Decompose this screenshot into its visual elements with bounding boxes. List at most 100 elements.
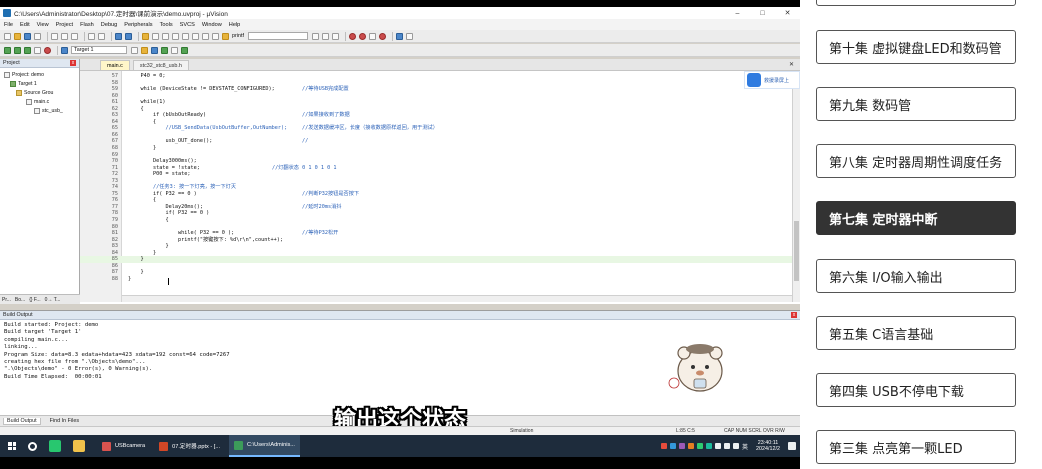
save-icon[interactable] — [24, 32, 31, 40]
incremental-find-icon[interactable] — [331, 32, 339, 40]
tray-app-icon[interactable] — [688, 443, 694, 449]
menu-item-help[interactable]: Help — [229, 22, 241, 28]
episode-item-9[interactable]: 第九集 数码管 — [816, 87, 1016, 121]
function-combo-box[interactable] — [247, 32, 308, 40]
bookmark-next-icon[interactable] — [162, 32, 169, 40]
redo-icon[interactable] — [98, 32, 105, 40]
ime-indicator[interactable]: 英 — [742, 442, 748, 451]
nav-forward-icon[interactable] — [125, 32, 132, 40]
breakpoint-icon[interactable] — [358, 32, 366, 40]
microphone-icon[interactable] — [733, 443, 739, 449]
menu-item-project[interactable]: Project — [56, 22, 73, 28]
window-layout-icon[interactable] — [395, 32, 403, 40]
windows-start-icon[interactable] — [8, 442, 16, 450]
menu-item-debug[interactable]: Debug — [101, 22, 117, 28]
file-explorer-icon[interactable] — [73, 440, 85, 452]
cut-icon[interactable] — [51, 32, 58, 40]
function-combo[interactable]: printf — [232, 33, 244, 39]
wechat-icon[interactable] — [49, 440, 61, 452]
tray-app-icon[interactable] — [697, 443, 703, 449]
tray-app-icon[interactable] — [670, 443, 676, 449]
tree-item-main-c[interactable]: main.c — [2, 97, 77, 106]
paste-icon[interactable] — [71, 32, 78, 40]
screen-record-overlay[interactable]: 救援录屏上 — [744, 71, 800, 89]
find-icon[interactable] — [311, 32, 319, 40]
episode-item-5[interactable]: 第五集 C语言基础 — [816, 316, 1016, 350]
episode-item-3[interactable]: 第三集 点亮第一颗LED — [816, 430, 1016, 464]
tab-templates[interactable]: 0→ T... — [45, 297, 61, 303]
video-player[interactable]: C:\Users\Administrator\Desktop\07.定时器\课前… — [0, 0, 800, 469]
episode-item-6[interactable]: 第六集 I/O输入输出 — [816, 259, 1016, 293]
bookmark-clear-icon[interactable] — [172, 32, 179, 40]
taskbar-app-powerpoint[interactable]: 07.定时器.pptx - [... — [154, 435, 225, 457]
tray-app-icon[interactable] — [661, 443, 667, 449]
tree-item-source-group[interactable]: Source Grou — [2, 88, 77, 97]
unindent-icon[interactable] — [192, 32, 199, 40]
undo-icon[interactable] — [88, 32, 95, 40]
episode-item-10[interactable]: 第十集 虚拟键盘LED和数码管 — [816, 30, 1016, 64]
search-icon[interactable] — [28, 441, 37, 451]
code-area[interactable]: 57 P40 = 0; 58 59 while (DeviceState != DE… — [80, 71, 800, 302]
open-folder-icon[interactable] — [14, 32, 21, 40]
vertical-scrollbar[interactable] — [792, 71, 800, 302]
episode-item-partial[interactable] — [816, 0, 1016, 6]
select-packs-icon[interactable] — [151, 46, 158, 54]
network-icon[interactable] — [715, 443, 721, 449]
menu-item-tools[interactable]: Tools — [160, 22, 173, 28]
close-icon[interactable]: x — [791, 312, 797, 318]
new-file-icon[interactable] — [4, 32, 11, 40]
tray-app-icon[interactable] — [706, 443, 712, 449]
indent-icon[interactable] — [182, 32, 189, 40]
translate-icon[interactable] — [4, 46, 11, 54]
scroll-thumb[interactable] — [794, 221, 799, 281]
menu-item-flash[interactable]: Flash — [80, 22, 94, 28]
taskbar-app-usbcamera[interactable]: USBcamera — [97, 435, 150, 457]
menu-item-file[interactable]: File — [4, 22, 13, 28]
build-icon[interactable] — [14, 46, 21, 54]
menu-item-svcs[interactable]: SVCS — [180, 22, 195, 28]
taskbar-clock[interactable]: 23:40:11 2024/12/2 — [756, 440, 780, 453]
tab-books[interactable]: Bo... — [15, 297, 25, 303]
save-all-icon[interactable] — [34, 32, 41, 40]
rebuild-icon[interactable] — [24, 46, 31, 54]
find-in-files-icon[interactable] — [222, 32, 229, 40]
tab-functions[interactable]: {} F... — [29, 297, 40, 303]
breakpoint-kill-icon[interactable] — [378, 32, 386, 40]
tree-item-target[interactable]: Target 1 — [2, 79, 77, 88]
target-select[interactable]: Target 1 — [71, 46, 127, 54]
bookmark-prev-icon[interactable] — [152, 32, 159, 40]
replace-icon[interactable] — [321, 32, 329, 40]
episode-item-7-active[interactable]: 第七集 定时器中断 — [816, 201, 1016, 235]
tree-item-usb-file[interactable]: stc_usb_ — [2, 106, 77, 115]
uncomment-icon[interactable] — [212, 32, 219, 40]
green-pack-icon[interactable] — [181, 46, 188, 54]
target-options-icon[interactable] — [131, 46, 138, 54]
manage-components-icon[interactable] — [141, 46, 148, 54]
code-editor[interactable]: main.c stc32_stc8_usb.h ✕ 57 P40 = 0; 58 5… — [80, 59, 800, 304]
notification-icon[interactable] — [788, 442, 796, 450]
maximize-button[interactable]: □ — [750, 7, 775, 19]
horizontal-scrollbar[interactable] — [122, 295, 792, 302]
comment-icon[interactable] — [202, 32, 209, 40]
episode-item-8[interactable]: 第八集 定时器周期性调度任务 — [816, 144, 1016, 178]
tree-item-project[interactable]: Project: demo — [2, 70, 77, 79]
stop-build-icon[interactable] — [44, 46, 51, 54]
pack-installer-icon[interactable] — [171, 46, 178, 54]
close-tab-icon[interactable]: ✕ — [789, 61, 794, 68]
taskbar-app-uvision[interactable]: C:\Users\Adminis... — [229, 435, 300, 457]
configure-icon[interactable] — [405, 32, 413, 40]
close-icon[interactable]: x — [70, 60, 76, 66]
bookmark-icon[interactable] — [142, 32, 149, 40]
batch-build-icon[interactable] — [34, 46, 41, 54]
download-icon[interactable] — [61, 46, 68, 54]
breakpoint-disable-icon[interactable] — [368, 32, 376, 40]
menu-item-window[interactable]: Window — [202, 22, 222, 28]
debug-start-icon[interactable] — [348, 32, 356, 40]
run-time-env-icon[interactable] — [161, 46, 168, 54]
tab-project[interactable]: Pr... — [2, 297, 11, 303]
menu-item-peripherals[interactable]: Peripherals — [124, 22, 152, 28]
nav-back-icon[interactable] — [115, 32, 122, 40]
tray-app-icon[interactable] — [679, 443, 685, 449]
minimize-button[interactable]: – — [725, 7, 750, 19]
tab-usb-header[interactable]: stc32_stc8_usb.h — [132, 60, 189, 70]
